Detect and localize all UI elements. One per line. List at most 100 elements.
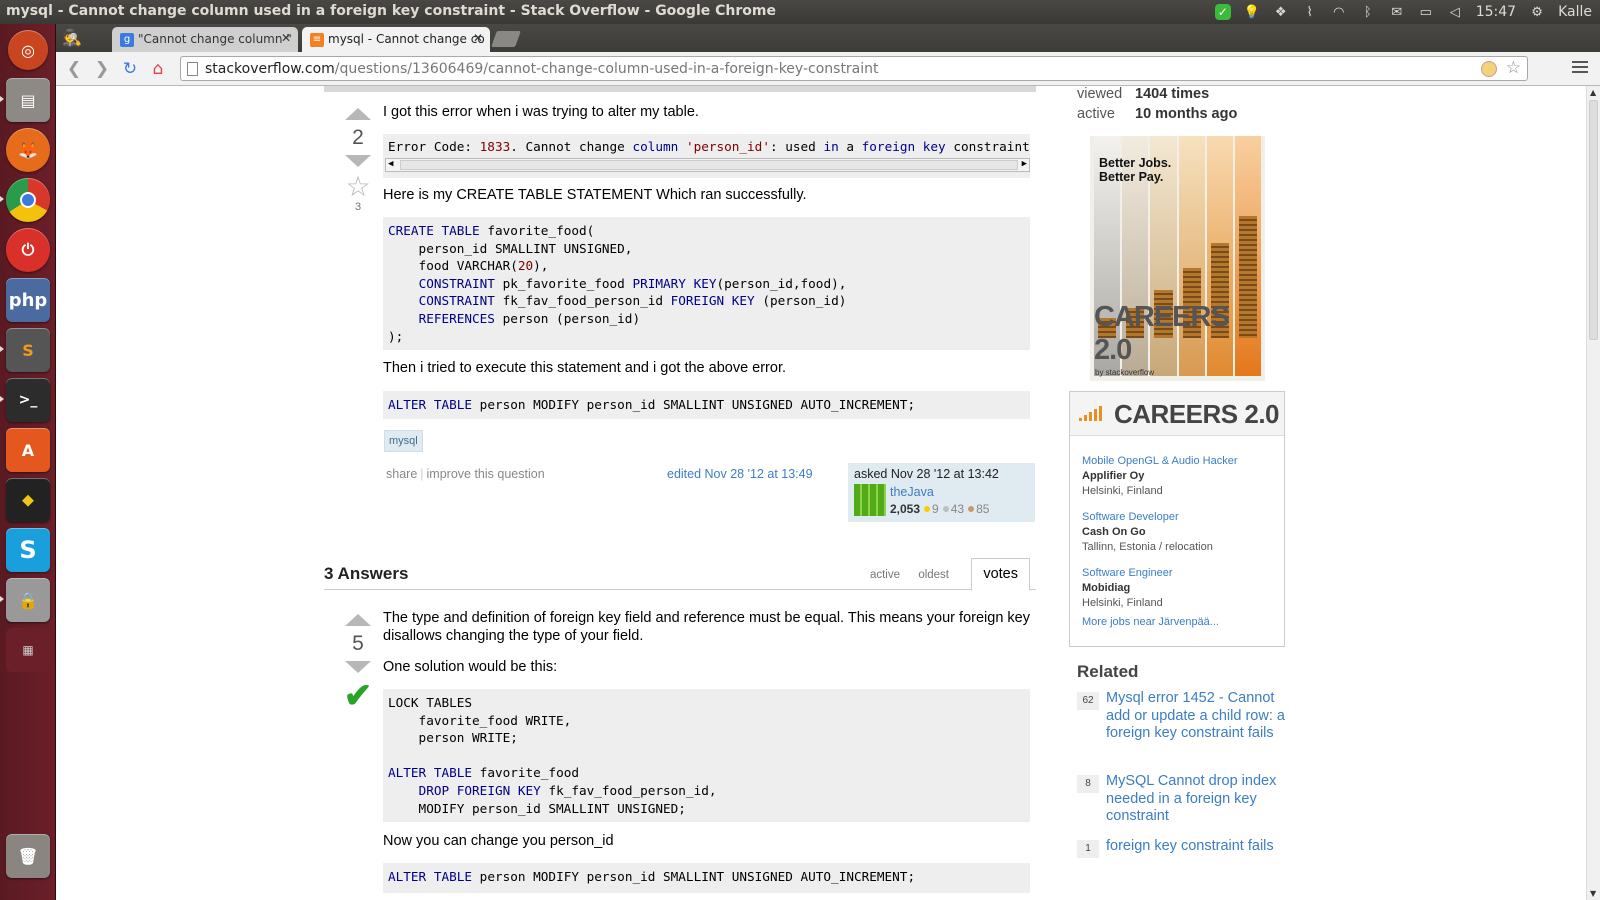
tab-oldest[interactable]: oldest [918, 569, 949, 581]
edited-link[interactable]: edited Nov 28 '12 at 13:49 [667, 467, 813, 481]
wifi-icon[interactable]: ◠ [1331, 4, 1347, 20]
ubuntu-icon[interactable]: ◎ [8, 30, 48, 70]
related-link[interactable]: foreign key constraint fails [1106, 838, 1286, 856]
related-count: 8 [1077, 775, 1099, 793]
update-ok-icon[interactable]: ✓ [1214, 4, 1231, 20]
error-code-block[interactable]: Error Code: 1833. Cannot change column '… [383, 134, 1030, 178]
more-jobs-link[interactable]: More jobs near Järvenpää... [1082, 616, 1219, 628]
divider [324, 86, 1036, 92]
volume-icon[interactable]: ◁ [1447, 4, 1463, 20]
upvote-icon[interactable] [345, 108, 371, 120]
terminal-icon[interactable]: >_ [6, 378, 50, 422]
lightbulb-icon[interactable]: 💡 [1244, 4, 1260, 20]
trash-icon[interactable]: 🗑 [6, 834, 50, 878]
tag-mysql[interactable]: mysql [384, 430, 423, 452]
software-center-icon[interactable]: A [6, 428, 50, 472]
page-scrollbar[interactable]: ▲ ▼ [1586, 86, 1600, 900]
bookmark-star-icon[interactable]: ☆ [1506, 58, 1521, 78]
avatar[interactable] [854, 484, 886, 516]
bluetooth-icon[interactable]: ᛒ [1360, 4, 1376, 20]
mail-icon[interactable]: ✉ [1389, 4, 1405, 20]
asked-date: asked Nov 28 '12 at 13:42 [854, 467, 999, 481]
lock-tables-code-block[interactable]: LOCK TABLES favorite_food WRITE, person … [383, 689, 1030, 822]
tab-active[interactable]: active [870, 569, 900, 581]
tab-label: "Cannot change column " [138, 32, 292, 46]
extension-icon[interactable] [1481, 61, 1497, 77]
skype-icon[interactable]: S [6, 528, 50, 572]
url-path: /questions/13606469/cannot-change-column… [334, 61, 879, 77]
running-indicator [0, 196, 4, 202]
ad-brand: CAREERS 2.0 [1094, 301, 1230, 366]
tab-strip: 🕵 g "Cannot change column " ✕ ≡ mysql - … [56, 24, 1600, 52]
tab-google-search[interactable]: g "Cannot change column " ✕ [112, 27, 298, 52]
user-name[interactable]: Kalle [1558, 4, 1592, 20]
power-icon[interactable]: ⏻ [6, 228, 50, 272]
system-tray: ✓ 💡 ❖ ⌇ ◠ ᛒ ✉ ▭ ◁ 15:47 ⚙ Kalle [1214, 0, 1600, 24]
file-manager-icon[interactable]: ▤ [6, 78, 50, 122]
improve-question-link[interactable]: improve this question [427, 467, 545, 481]
battery-icon[interactable]: ▭ [1418, 4, 1434, 20]
downvote-icon[interactable] [345, 661, 371, 673]
question-text: Here is my CREATE TABLE STATEMENT Which … [383, 187, 807, 203]
related-count: 1 [1077, 840, 1099, 858]
code-horizontal-scrollbar[interactable]: ◀ ▶ [385, 158, 1030, 172]
php-icon[interactable]: php [6, 278, 50, 322]
scroll-up-icon[interactable]: ▲ [1590, 88, 1596, 97]
workspace-switcher-icon[interactable]: ▦ [6, 628, 50, 672]
answer-vote-cell: 5 ✔ [340, 614, 376, 713]
page-content: 2 ☆ 3 I got this error when i was trying… [56, 86, 1586, 900]
close-tab-icon[interactable]: ✕ [473, 31, 483, 45]
answers-header: 3 Answers active oldest votes [324, 558, 1036, 591]
running-indicator [0, 596, 4, 602]
paperclip-icon[interactable]: ⌇ [1302, 4, 1318, 20]
forward-icon[interactable]: ❯ [90, 57, 114, 81]
answer-text: The type and definition of foreign key f… [383, 610, 1030, 626]
related-link[interactable]: Mysql error 1452 - Cannot add or update … [1106, 690, 1286, 743]
lock-screen-icon[interactable]: 🔒 [6, 578, 50, 622]
gear-icon[interactable]: ⚙ [1529, 4, 1545, 20]
careers-ad-banner[interactable]: Better Jobs. Better Pay. CAREERS 2.0 by s… [1090, 136, 1265, 381]
share-link[interactable]: share [386, 467, 417, 481]
create-table-code-block[interactable]: CREATE TABLE favorite_food( person_id SM… [383, 217, 1030, 350]
tab-votes[interactable]: votes [971, 558, 1030, 591]
dropbox-icon[interactable]: ❖ [1273, 4, 1289, 20]
chrome-menu-icon[interactable] [1572, 61, 1588, 76]
scroll-left-icon[interactable]: ◀ [388, 156, 393, 174]
firefox-icon[interactable]: 🦊 [6, 128, 50, 172]
chrome-icon[interactable] [6, 178, 50, 222]
unity-launcher: ◎ ▤ 🦊 ⏻ php S >_ A ⬥ S 🔒 ▦ 🗑 [0, 24, 56, 900]
job-title-link[interactable]: Software Engineer [1082, 566, 1173, 581]
gpu-monitor-icon[interactable]: ⬥ [6, 478, 50, 522]
alter-table-code-block[interactable]: ALTER TABLE person MODIFY person_id SMAL… [383, 391, 1030, 419]
job-title-link[interactable]: Mobile OpenGL & Audio Hacker [1082, 454, 1238, 469]
address-bar[interactable]: stackoverflow.com/questions/13606469/can… [180, 56, 1528, 81]
reload-icon[interactable]: ↻ [118, 57, 142, 81]
answer-text: Now you can change you person_id [383, 833, 614, 849]
job-title-link[interactable]: Software Developer [1082, 510, 1213, 525]
clock[interactable]: 15:47 [1476, 4, 1516, 20]
alter-table-code-block[interactable]: ALTER TABLE person MODIFY person_id SMAL… [383, 863, 1030, 893]
scroll-thumb[interactable] [400, 160, 1018, 170]
job-listing: Mobile OpenGL & Audio Hacker Applifier O… [1082, 454, 1238, 499]
back-icon[interactable]: ❮ [62, 57, 86, 81]
careers-header[interactable]: CAREERS 2.0 [1070, 392, 1284, 436]
google-icon: g [120, 33, 134, 47]
ad-tagline: Better Jobs. Better Pay. [1099, 156, 1172, 184]
job-location: Helsinki, Finland [1082, 597, 1163, 609]
related-link[interactable]: MySQL Cannot drop index needed in a fore… [1106, 773, 1286, 826]
favorite-star-icon[interactable]: ☆ [340, 173, 376, 201]
scroll-thumb[interactable] [1589, 100, 1598, 340]
scroll-down-icon[interactable]: ▼ [1590, 889, 1596, 898]
close-tab-icon[interactable]: ✕ [281, 31, 291, 45]
tab-stackoverflow[interactable]: ≡ mysql - Cannot change co ✕ [302, 27, 490, 52]
home-icon[interactable]: ⌂ [146, 57, 170, 81]
job-location: Tallinn, Estonia / relocation [1082, 541, 1213, 553]
post-menu: share | improve this question [386, 467, 545, 481]
upvote-icon[interactable] [345, 614, 371, 626]
user-name-link[interactable]: theJava [890, 485, 934, 499]
new-tab-button[interactable] [491, 31, 521, 47]
scroll-right-icon[interactable]: ▶ [1022, 156, 1027, 174]
sublime-text-icon[interactable]: S [6, 328, 50, 372]
window-title: mysql - Cannot change column used in a f… [6, 3, 776, 19]
downvote-icon[interactable] [345, 155, 371, 167]
